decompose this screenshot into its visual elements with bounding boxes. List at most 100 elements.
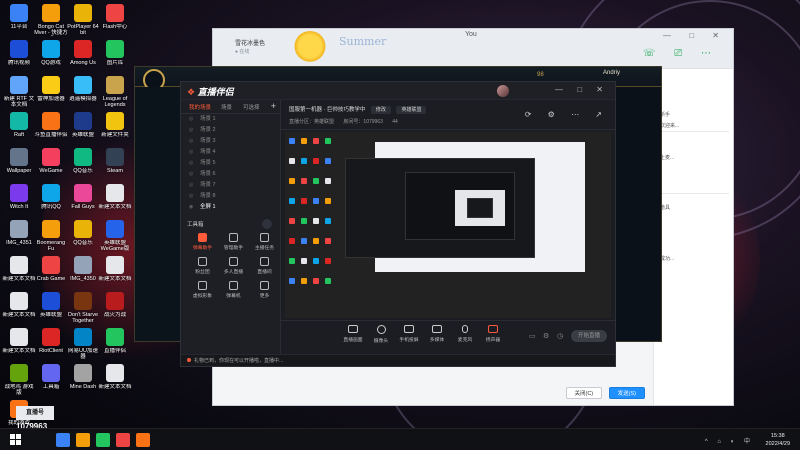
lol-username[interactable]: Andriy (603, 70, 620, 76)
desktop-icon[interactable]: 新建文本文档 (2, 328, 36, 360)
windows-start-icon[interactable] (10, 434, 22, 446)
desktop-icon[interactable]: Steam (98, 148, 132, 180)
desktop-icon[interactable]: IMG_4351 (2, 220, 36, 252)
start-live-button[interactable]: 开始直播 (571, 330, 607, 342)
desktop-icon[interactable]: 新建文本文档 (2, 292, 36, 324)
tab-optional[interactable]: 可选择 (243, 103, 260, 111)
tool-button[interactable]: 多人直播 (218, 255, 249, 275)
desktop-icon[interactable]: RiotClient (34, 328, 68, 360)
desktop-icon[interactable]: QQ游戏 (34, 40, 68, 72)
scene-item[interactable]: ◎ 场景 5 (181, 158, 280, 169)
desktop-icon[interactable]: Witch It (2, 184, 36, 216)
qq-header-icons[interactable]: ☏ ⎚ ⋯ (643, 48, 719, 59)
desktop-icon[interactable]: Boomerang Fu (34, 220, 68, 252)
settings-icon[interactable]: ⚙ (543, 332, 549, 340)
desktop-icon[interactable]: 工具箱 (34, 364, 68, 396)
record-icon[interactable]: ▭ (529, 332, 536, 340)
desktop-icon[interactable]: 新建文件夹 (98, 112, 132, 144)
tool-button[interactable]: 弹幕助手 (187, 231, 218, 251)
desktop-icon[interactable]: 英雄联盟 (66, 112, 100, 144)
system-tray[interactable]: ^ ⌂ ◐ 中 (705, 436, 754, 445)
eye-icon[interactable]: ◎ (189, 136, 196, 147)
taskbar-app-icon[interactable] (76, 433, 90, 447)
tool-button[interactable]: 管理助手 (218, 231, 249, 251)
speaker-button[interactable]: 扬声器 (481, 325, 505, 343)
taskbar-app-icon[interactable] (96, 433, 110, 447)
desktop-icon[interactable]: 斗鱼直播伴侣 (34, 112, 68, 144)
desktop-icon[interactable]: 腾讯视频 (2, 40, 36, 72)
stream-helper-window[interactable]: ❖ 直播伴侣 — □ ✕ 我的场景 场景 可选择 + ◎ 场景 1 ◎ 场景 2 ◎ 场景… (180, 81, 616, 367)
eye-icon[interactable]: ◎ (189, 158, 196, 169)
eye-icon[interactable]: ◎ (189, 125, 196, 136)
add-scene-button[interactable]: + (271, 101, 276, 111)
desktop-icon[interactable]: QQ音乐 (66, 220, 100, 252)
tool-button[interactable]: 虚拟形象 (187, 279, 218, 299)
scene-item-active[interactable]: ◉ 全屏 1 (181, 202, 280, 213)
microphone-button[interactable]: 麦克风 (453, 325, 477, 343)
desktop-icon[interactable]: 英雄联盟WeGame版 (98, 220, 132, 252)
desktop-icon[interactable]: 新建文本文档 (98, 184, 132, 216)
desktop-icon[interactable]: IMG_4350 (66, 256, 100, 288)
qq-close-button[interactable]: 关闭(C) (565, 387, 603, 399)
eye-icon[interactable]: ◎ (189, 180, 196, 191)
desktop-icon[interactable]: Raft (2, 112, 36, 144)
desktop-icon[interactable]: 直播伴侣 (98, 328, 132, 360)
tool-button[interactable]: 弹幕机 (218, 279, 249, 299)
desktop-icon[interactable]: 战火为战 (98, 292, 132, 324)
desktop-icon[interactable]: 逍遥模拟器 (66, 76, 100, 108)
taskbar-app-icon[interactable] (136, 433, 150, 447)
taskbar-app-icon[interactable] (56, 433, 70, 447)
desktop-icon[interactable]: 网易UU加速器 (66, 328, 100, 360)
desktop-icon[interactable]: 英雄联盟 (34, 292, 68, 324)
desktop-icon[interactable]: Among Us (66, 40, 100, 72)
camera-button[interactable]: 摄像头 (369, 325, 393, 344)
desktop-icon[interactable]: 图片库 (98, 40, 132, 72)
desktop-icon[interactable]: 11平台 (2, 4, 36, 36)
taskbar-app-icon[interactable] (116, 433, 130, 447)
desktop-icon[interactable]: 雷神加速器 (34, 76, 68, 108)
gear-icon[interactable] (262, 219, 272, 229)
desktop-icon[interactable]: Flash中心 (98, 4, 132, 36)
scene-item[interactable]: ◎ 场景 8 (181, 191, 280, 202)
qq-window-controls[interactable]: — □ ✕ (663, 31, 727, 40)
tool-button[interactable]: 更多 (249, 279, 280, 299)
desktop-icon[interactable]: 新建文本文档 (2, 256, 36, 288)
desktop-icon[interactable]: Wallpaper (2, 148, 36, 180)
scene-item[interactable]: ◎ 场景 2 (181, 125, 280, 136)
category-chip[interactable]: 英雄联盟 (396, 106, 427, 114)
desktop-icon[interactable]: Fall Guys (66, 184, 100, 216)
desktop-icon[interactable]: 新建文本文档 (98, 364, 132, 396)
phone-cast-button[interactable]: 手机投屏 (397, 325, 421, 343)
desktop-icon[interactable]: 战地鸡 游戏版 (2, 364, 36, 396)
stream-preview[interactable] (285, 132, 611, 318)
tab-my-scenes[interactable]: 我的场景 (189, 103, 211, 111)
tool-button[interactable]: 直播间 (249, 255, 280, 275)
desktop-icon[interactable]: Mine Dash (66, 364, 100, 396)
desktop-icon[interactable]: Bongo Cat Mver - 快捷方式 (34, 4, 68, 36)
eye-icon[interactable]: ◎ (189, 191, 196, 202)
info-action-icons[interactable]: ⟳ ⚙ ⋯ ↗ (525, 110, 609, 119)
taskbar-clock[interactable]: 15:38 2022/4/29 (766, 432, 790, 448)
edit-title-button[interactable]: 修改 (370, 106, 391, 114)
screen-capture-button[interactable]: 直播画面 (341, 325, 365, 343)
desktop-icon[interactable]: 腾讯QQ (34, 184, 68, 216)
desktop-icon[interactable]: 新建 RTF 文本文档 (2, 76, 36, 108)
tool-button[interactable]: 主播任务 (249, 231, 280, 251)
eye-icon[interactable]: ◎ (189, 169, 196, 180)
scene-item[interactable]: ◎ 场景 3 (181, 136, 280, 147)
tab-scenes[interactable]: 场景 (221, 103, 232, 111)
eye-icon[interactable]: ◉ (189, 202, 196, 213)
scene-item[interactable]: ◎ 场景 6 (181, 169, 280, 180)
desktop-icon[interactable]: QQ音乐 (66, 148, 100, 180)
scene-item[interactable]: ◎ 场景 1 (181, 114, 280, 125)
desktop-icon[interactable]: Crab Game (34, 256, 68, 288)
eye-icon[interactable]: ◎ (189, 147, 196, 158)
user-avatar[interactable] (497, 85, 509, 97)
scene-item[interactable]: ◎ 场景 7 (181, 180, 280, 191)
desktop-icon[interactable]: 新建文本文档 (98, 256, 132, 288)
desktop-icon[interactable]: PotPlayer 64 bit (66, 4, 100, 36)
app-window-controls[interactable]: — □ ✕ (555, 85, 609, 94)
media-button[interactable]: 多媒体 (425, 325, 449, 343)
qq-send-button[interactable]: 发送(S) (608, 387, 645, 399)
desktop-icon[interactable]: Don't Starve Together (66, 292, 100, 324)
